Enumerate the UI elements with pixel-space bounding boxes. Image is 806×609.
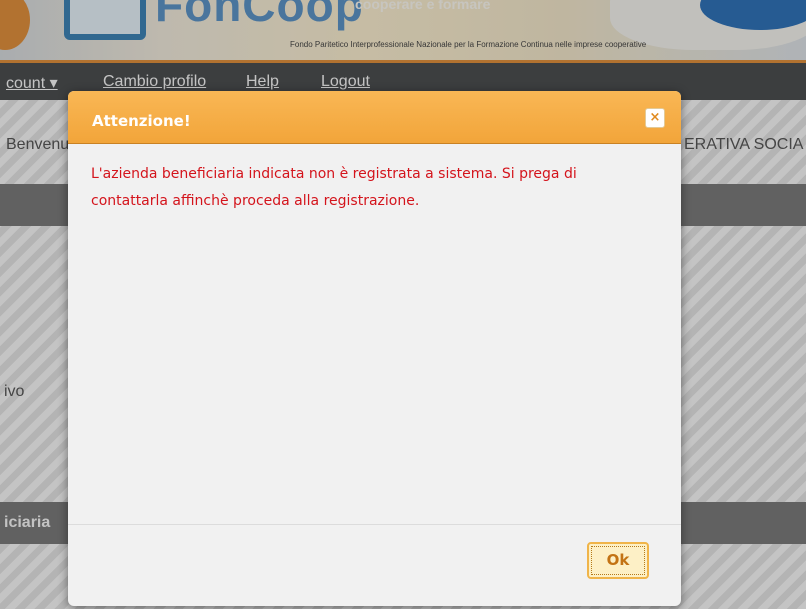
dialog-title: Attenzione! [92, 112, 191, 130]
dialog-message: L'azienda beneficiaria indicata non è re… [91, 166, 577, 209]
ok-button[interactable]: Ok [587, 542, 649, 579]
close-icon[interactable]: × [645, 108, 665, 128]
dialog-titlebar: Attenzione! × [68, 91, 681, 144]
dialog-divider [68, 524, 681, 525]
alert-dialog: Attenzione! × L'azienda beneficiaria ind… [68, 91, 681, 606]
